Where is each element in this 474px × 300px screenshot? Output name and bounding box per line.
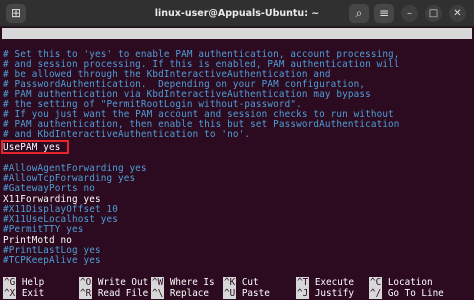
shortcut-location[interactable]: ^C Location [369, 277, 433, 288]
shortcut-label: Execute [314, 277, 354, 288]
editor-line[interactable]: #TCPKeepAlive yes [3, 256, 101, 266]
shortcut-key: ^W [151, 277, 165, 288]
shortcut-execute[interactable]: ^T Execute [296, 277, 354, 288]
shortcut-key: ^R [79, 288, 93, 299]
shortcut-label: Exit [21, 288, 45, 299]
shortcut-where-is[interactable]: ^W Where Is [151, 277, 215, 288]
close-icon[interactable]: ✕ [449, 5, 466, 22]
shortcut-label: Go To Line [387, 288, 444, 299]
shortcut-cut[interactable]: ^K Cut [223, 277, 259, 288]
shortcut-key: ^J [296, 288, 310, 299]
shortcut-key: ^K [223, 277, 237, 288]
shortcut-key: ^O [79, 277, 93, 288]
terminal-area[interactable]: GNU nano 6.2 /etc/ssh/sshd_config * # Se… [0, 27, 474, 300]
shortcut-write-out[interactable]: ^O Write Out [79, 277, 148, 288]
editor-line[interactable]: #PermitTTY yes [3, 225, 83, 235]
maximize-icon[interactable]: □ [425, 5, 442, 22]
shortcut-read-file[interactable]: ^R Read File [79, 288, 148, 299]
shortcut-help[interactable]: ^G Help [3, 277, 44, 288]
shortcut-key: ^X [3, 288, 17, 299]
window-titlebar: ⊞ linux-user@Appuals-Ubuntu: ~ ⌕ ≡ – □ ✕ [0, 0, 474, 27]
minimize-icon[interactable]: – [401, 5, 418, 22]
new-tab-icon[interactable]: ⊞ [6, 4, 26, 23]
shortcut-key: ^U [223, 288, 237, 299]
shortcut-label: Help [21, 277, 45, 288]
shortcut-key: ^C [369, 277, 383, 288]
usepam-highlight-box [1, 140, 69, 154]
shortcut-justify[interactable]: ^J Justify [296, 288, 354, 299]
window-title: linux-user@Appuals-Ubuntu: ~ [154, 8, 320, 19]
editor-line[interactable]: #GatewayPorts no [3, 184, 95, 194]
shortcut-label: Write Out [97, 277, 149, 288]
shortcut-key: ^\ [151, 288, 165, 299]
hamburger-menu-icon[interactable]: ≡ [374, 4, 394, 23]
nano-header-bar: GNU nano 6.2 /etc/ssh/sshd_config * [2, 28, 472, 61]
shortcut-label: Cut [241, 277, 259, 288]
shortcut-label: Replace [169, 288, 209, 299]
search-icon[interactable]: ⌕ [349, 4, 369, 23]
shortcut-key: ^G [3, 277, 17, 288]
shortcut-paste[interactable]: ^U Paste [223, 288, 270, 299]
shortcut-key: ^T [296, 277, 310, 288]
shortcut-label: Where Is [169, 277, 215, 288]
editor-line[interactable]: # and KbdInteractiveAuthentication to 'n… [3, 130, 250, 140]
shortcut-key: ^/ [369, 288, 383, 299]
shortcut-label: Paste [241, 288, 270, 299]
shortcut-go-to-line[interactable]: ^/ Go To Line [369, 288, 444, 299]
shortcut-label: Location [387, 277, 433, 288]
shortcut-label: Read File [97, 288, 149, 299]
shortcut-exit[interactable]: ^X Exit [3, 288, 44, 299]
shortcut-replace[interactable]: ^\ Replace [151, 288, 209, 299]
shortcut-label: Justify [314, 288, 354, 299]
